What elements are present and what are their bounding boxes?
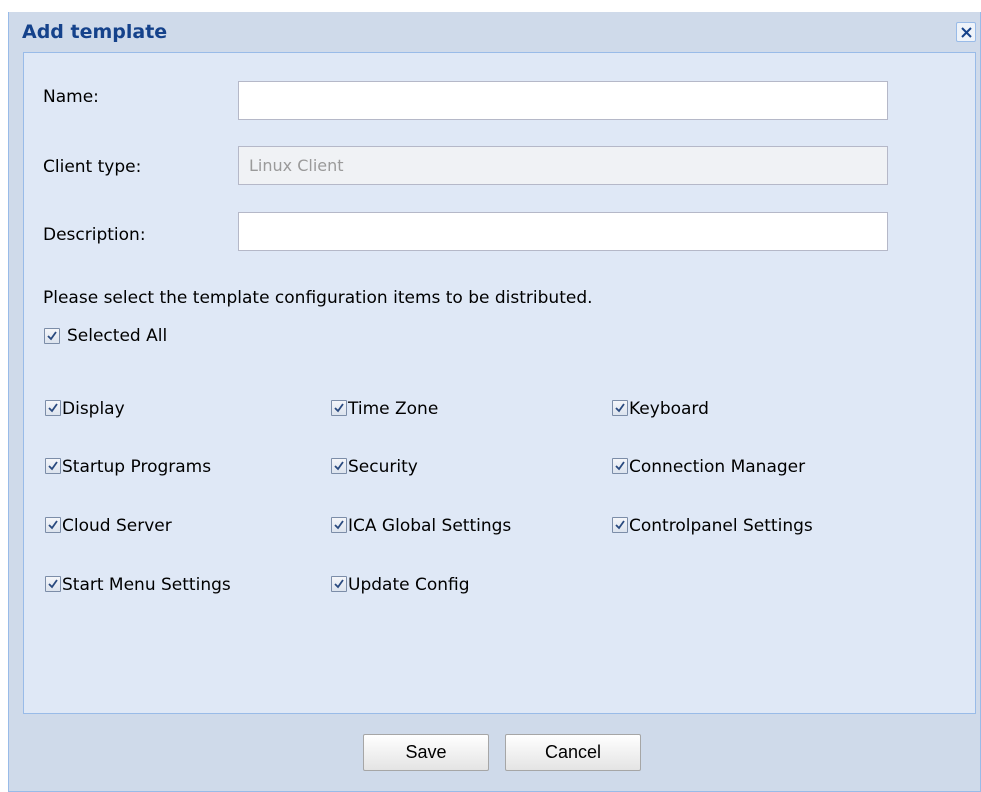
checkmark-icon [615, 520, 625, 530]
cancel-button[interactable]: Cancel [505, 734, 641, 771]
checkmark-icon [48, 461, 58, 471]
checkmark-icon [334, 520, 344, 530]
cloud-server-checkbox[interactable] [45, 517, 61, 533]
security-checkbox[interactable] [331, 458, 347, 474]
checkmark-icon [48, 579, 58, 589]
dialog-body: Name: Client type: Linux Client Descript… [23, 52, 976, 714]
checkmark-icon [334, 579, 344, 589]
update-config-checkbox[interactable] [331, 576, 347, 592]
client-type-field: Linux Client [238, 146, 888, 185]
display-checkbox[interactable] [45, 400, 61, 416]
update-config-label[interactable]: Update Config [348, 575, 470, 595]
name-label: Name: [43, 87, 99, 107]
keyboard-checkbox[interactable] [612, 400, 628, 416]
description-label: Description: [43, 225, 146, 245]
client-type-value: Linux Client [249, 156, 344, 175]
time-zone-checkbox[interactable] [331, 400, 347, 416]
checkmark-icon [48, 403, 58, 413]
startup-programs-checkbox[interactable] [45, 458, 61, 474]
display-label[interactable]: Display [62, 399, 125, 419]
description-field[interactable] [238, 212, 888, 251]
checkmark-icon [47, 331, 57, 341]
keyboard-label[interactable]: Keyboard [629, 399, 709, 419]
close-icon[interactable] [956, 22, 976, 42]
save-button[interactable]: Save [363, 734, 489, 771]
description-input[interactable] [249, 213, 877, 250]
checkmark-icon [334, 461, 344, 471]
name-input[interactable] [249, 82, 877, 119]
add-template-dialog: Add template Name: Client type: Linux Cl… [8, 12, 981, 792]
ica-global-settings-label[interactable]: ICA Global Settings [348, 516, 511, 536]
connection-manager-checkbox[interactable] [612, 458, 628, 474]
controlpanel-settings-checkbox[interactable] [612, 517, 628, 533]
checkmark-icon [615, 403, 625, 413]
select-all-checkbox[interactable] [44, 328, 60, 344]
time-zone-label[interactable]: Time Zone [348, 399, 438, 419]
security-label[interactable]: Security [348, 457, 418, 477]
cloud-server-label[interactable]: Cloud Server [62, 516, 172, 536]
select-all-label[interactable]: Selected All [67, 326, 167, 346]
dialog-titlebar[interactable]: Add template [9, 12, 980, 52]
start-menu-settings-label[interactable]: Start Menu Settings [62, 575, 231, 595]
name-field[interactable] [238, 81, 888, 120]
close-x-icon [961, 27, 972, 38]
checkmark-icon [615, 461, 625, 471]
client-type-label: Client type: [43, 157, 142, 177]
start-menu-settings-checkbox[interactable] [45, 576, 61, 592]
startup-programs-label[interactable]: Startup Programs [62, 457, 211, 477]
checkmark-icon [334, 403, 344, 413]
checkmark-icon [48, 520, 58, 530]
ica-global-settings-checkbox[interactable] [331, 517, 347, 533]
controlpanel-settings-label[interactable]: Controlpanel Settings [629, 516, 813, 536]
connection-manager-label[interactable]: Connection Manager [629, 457, 805, 477]
instructions-text: Please select the template configuration… [43, 288, 593, 308]
dialog-title: Add template [22, 21, 168, 43]
